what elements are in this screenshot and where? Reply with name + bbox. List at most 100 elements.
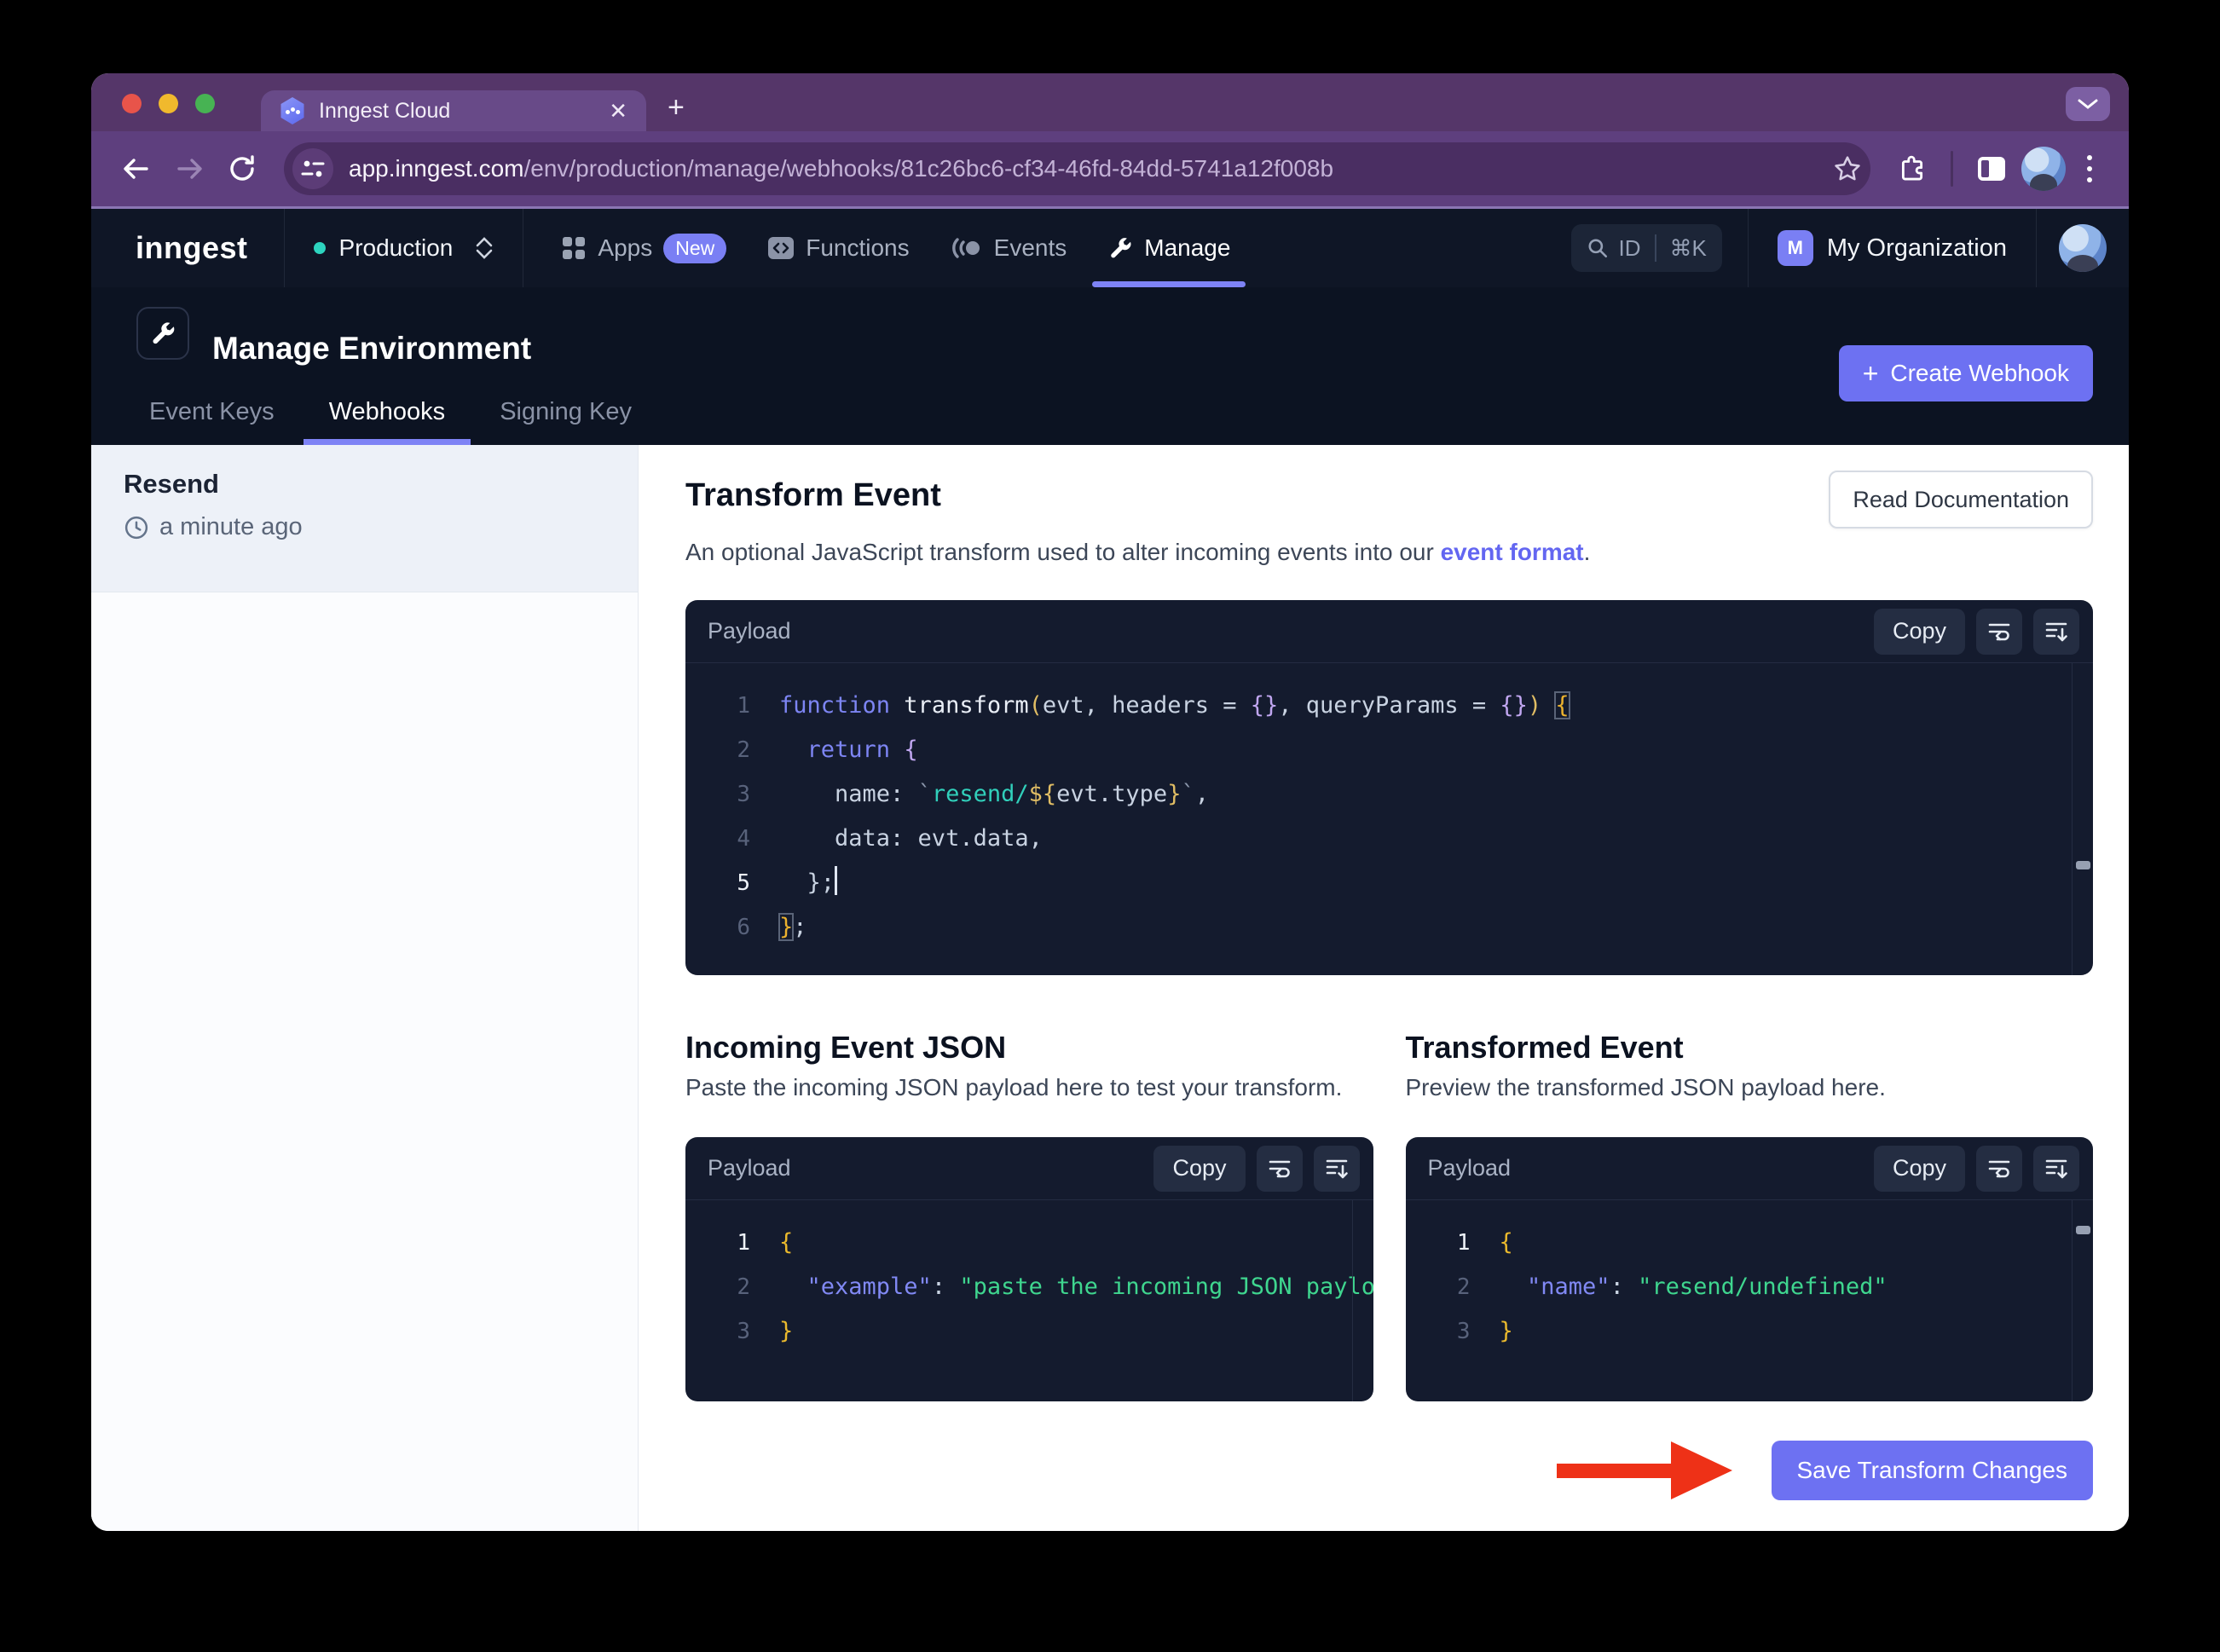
transform-description: An optional JavaScript transform used to… [685, 539, 2093, 566]
format-code-button[interactable] [1313, 1145, 1360, 1192]
copy-button[interactable]: Copy [1153, 1145, 1246, 1192]
scrollbar-thumb[interactable] [2076, 1226, 2090, 1234]
editor-actions: Copy [1873, 608, 2079, 655]
nav-item-events[interactable]: Events [930, 209, 1088, 287]
nav-item-functions[interactable]: Functions [747, 209, 929, 287]
organization-switcher[interactable]: M My Organization [1747, 209, 2037, 287]
apps-grid-icon [563, 237, 586, 259]
user-menu[interactable] [2037, 224, 2129, 272]
tune-icon [301, 160, 325, 177]
search-id-button[interactable]: ID ⌘K [1570, 224, 1722, 272]
nav-item-manage[interactable]: Manage [1087, 209, 1251, 287]
toolbar-divider [1951, 151, 1953, 187]
nav-item-label: Apps [598, 234, 653, 261]
back-button[interactable] [113, 146, 159, 192]
page-tabs: Event Keys Webhooks Signing Key [124, 398, 661, 445]
transformed-column: Transformed Event Preview the transforme… [1405, 1030, 2094, 1401]
transformed-title: Transformed Event [1405, 1030, 1684, 1065]
copy-button[interactable]: Copy [1873, 608, 1965, 655]
browser-profile-avatar[interactable] [2021, 147, 2066, 191]
forward-arrow-icon [177, 159, 202, 179]
format-code-button[interactable] [2033, 608, 2079, 655]
word-wrap-button[interactable] [1976, 608, 2022, 655]
bookmark-button[interactable] [1833, 154, 1862, 183]
read-documentation-button[interactable]: Read Documentation [1829, 471, 2093, 529]
test-section: Incoming Event JSON Paste the incoming J… [685, 1030, 2093, 1401]
tab-webhooks[interactable]: Webhooks [303, 398, 471, 445]
create-webhook-button[interactable]: + Create Webhook [1838, 345, 2093, 401]
user-avatar [2059, 224, 2107, 272]
description-period: . [1583, 539, 1591, 565]
event-format-link[interactable]: event format [1441, 539, 1584, 565]
puzzle-icon [1901, 155, 1923, 181]
inngest-favicon-icon [280, 97, 304, 124]
dot [2087, 155, 2092, 160]
environment-name: Production [338, 234, 454, 261]
browser-tab[interactable]: Inngest Cloud ✕ [261, 90, 646, 131]
browser-tab-strip: Inngest Cloud ✕ + [91, 73, 2129, 131]
nav-item-label: Events [993, 234, 1067, 261]
nav-item-label: Functions [806, 234, 910, 261]
code-area[interactable]: 1 function transform(evt, headers = {}, q… [685, 663, 2093, 975]
nav-item-apps[interactable]: Apps New [541, 209, 747, 287]
webhooks-sidebar: Resend a minute ago [91, 445, 639, 1531]
organization-name: My Organization [1826, 234, 2007, 262]
align-down-icon [2045, 1159, 2067, 1178]
environment-chevrons [475, 237, 494, 259]
site-settings-button[interactable] [292, 148, 333, 189]
forward-button[interactable] [166, 146, 212, 192]
new-badge: New [663, 233, 727, 263]
scrollbar-thumb[interactable] [2076, 861, 2090, 869]
tab-search-chevron-button[interactable] [2066, 87, 2110, 121]
word-wrap-button[interactable] [1976, 1145, 2022, 1192]
tab-event-keys[interactable]: Event Keys [124, 398, 300, 445]
payload-label: Payload [708, 618, 791, 644]
save-transform-changes-button[interactable]: Save Transform Changes [1771, 1441, 2093, 1500]
create-webhook-label: Create Webhook [1890, 360, 2069, 386]
transformed-json-editor[interactable]: Payload Copy 1{2 "name": "resend/undefin… [1405, 1137, 2094, 1401]
tab-close-icon[interactable]: ✕ [609, 100, 627, 122]
payload-label: Payload [708, 1155, 791, 1181]
chevron-down-icon [2078, 99, 2098, 109]
format-code-button[interactable] [2033, 1145, 2079, 1192]
side-panel-button[interactable] [1969, 146, 2015, 192]
webhook-updated-time: a minute ago [124, 513, 638, 541]
editor-header: Payload Copy [685, 600, 2093, 663]
editor-scrollbar[interactable] [2072, 1200, 2093, 1401]
url-text: app.inngest.com/env/production/manage/we… [349, 155, 1823, 182]
tab-title: Inngest Cloud [319, 98, 451, 123]
code-area[interactable]: 1{2 "name": "resend/undefined" 3} [1406, 1200, 2094, 1401]
editor-header: Payload Copy [1405, 1137, 2093, 1200]
content-area: Resend a minute ago Transform Event Read… [91, 445, 2129, 1531]
incoming-column: Incoming Event JSON Paste the incoming J… [685, 1030, 1373, 1401]
incoming-json-editor[interactable]: Payload Copy 1{2 "example": "paste the i… [685, 1137, 1373, 1401]
word-wrap-button[interactable] [1256, 1145, 1303, 1192]
new-tab-button[interactable]: + [668, 91, 685, 124]
url-bar[interactable]: app.inngest.com/env/production/manage/we… [284, 142, 1870, 195]
close-window-button[interactable] [122, 94, 142, 113]
webhook-time-label: a minute ago [159, 513, 303, 540]
inngest-logo[interactable]: inngest [91, 230, 284, 266]
browser-menu-button[interactable] [2073, 146, 2107, 192]
editor-scrollbar[interactable] [2072, 663, 2093, 975]
tab-signing-key[interactable]: Signing Key [474, 398, 657, 445]
page-icon-box [136, 307, 189, 360]
zoom-window-button[interactable] [195, 94, 215, 113]
environment-switcher[interactable]: Production [285, 209, 524, 287]
transform-title-row: Transform Event Read Documentation [685, 471, 2093, 529]
code-area[interactable]: 1{2 "example": "paste the incoming JSON … [685, 1200, 1373, 1401]
minimize-window-button[interactable] [159, 94, 178, 113]
editor-actions: Copy [1873, 1145, 2079, 1192]
browser-window: Inngest Cloud ✕ + app.inngest.com/env/pr… [91, 73, 2129, 1531]
save-transform-label: Save Transform Changes [1796, 1457, 2068, 1483]
plus-icon: + [1862, 357, 1879, 389]
webhook-list-item-resend[interactable]: Resend a minute ago [91, 445, 638, 592]
editor-scrollbar[interactable] [1351, 1200, 1373, 1401]
align-down-icon [1326, 1159, 1348, 1178]
page-header: Manage Environment + Create Webhook Even… [91, 287, 2129, 445]
wrench-icon [153, 322, 175, 344]
extensions-button[interactable] [1889, 146, 1935, 192]
copy-button[interactable]: Copy [1873, 1145, 1965, 1192]
transform-code-editor[interactable]: Payload Copy 1 function transform(evt, he… [685, 600, 2093, 975]
reload-button[interactable] [219, 146, 265, 192]
